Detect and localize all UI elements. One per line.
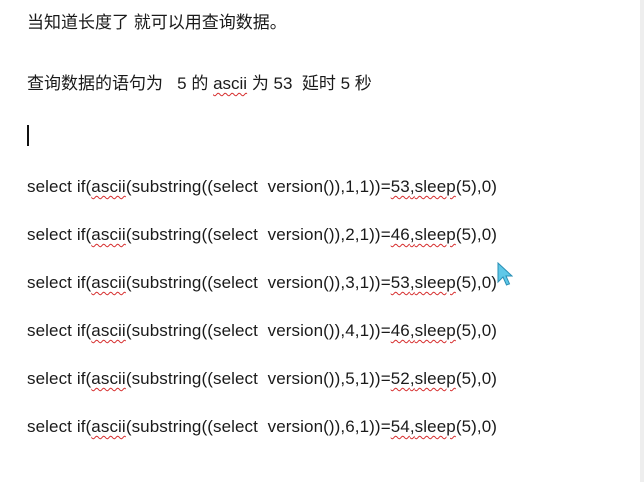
query-middle: (substring((select version()),2,1))=	[125, 225, 391, 244]
query-suffix: (5),0)	[455, 225, 498, 244]
mouse-pointer-icon	[497, 262, 513, 286]
query-prefix: select if(	[27, 225, 92, 244]
query-sleep: sleep	[414, 177, 456, 196]
query-prefix: select if(	[27, 273, 92, 292]
query-suffix: (5),0)	[455, 369, 498, 388]
query-line-5: select if(ascii(substring((select versio…	[27, 369, 498, 388]
query-line-2: select if(ascii(substring((select versio…	[27, 225, 498, 244]
intro-line-1-text: 当知道长度了 就可以用查询数据。	[27, 13, 287, 32]
query-ascii: ascii	[91, 225, 126, 244]
query-value: 52	[390, 369, 410, 388]
query-line-6: select if(ascii(substring((select versio…	[27, 417, 498, 436]
query-line-3: select if(ascii(substring((select versio…	[27, 273, 498, 292]
intro-line-2: 查询数据的语句为 5 的 ascii 为 53 延时 5 秒	[27, 73, 372, 95]
query-ascii: ascii	[91, 417, 126, 436]
query-value: 53	[390, 273, 410, 292]
query-line-1: select if(ascii(substring((select versio…	[27, 177, 498, 196]
query-middle: (substring((select version()),5,1))=	[125, 369, 391, 388]
query-ascii: ascii	[91, 177, 126, 196]
query-sleep: sleep	[414, 417, 456, 436]
query-value: 46	[390, 225, 410, 244]
query-ascii: ascii	[91, 273, 126, 292]
query-middle: (substring((select version()),3,1))=	[125, 273, 391, 292]
query-middle: (substring((select version()),6,1))=	[125, 417, 391, 436]
query-suffix: (5),0)	[455, 417, 498, 436]
query-value: 53	[390, 177, 410, 196]
query-suffix: (5),0)	[455, 273, 498, 292]
query-prefix: select if(	[27, 321, 92, 340]
text-caret	[27, 125, 29, 146]
intro-line-2-suffix: 为 53 延时 5 秒	[247, 74, 372, 93]
intro-line-2-ascii: ascii	[213, 74, 248, 93]
query-sleep: sleep	[414, 321, 456, 340]
query-value: 46	[390, 321, 410, 340]
intro-line-2-prefix: 查询数据的语句为 5 的	[27, 74, 214, 93]
query-middle: (substring((select version()),4,1))=	[125, 321, 391, 340]
query-middle: (substring((select version()),1,1))=	[125, 177, 391, 196]
query-prefix: select if(	[27, 177, 92, 196]
query-line-4: select if(ascii(substring((select versio…	[27, 321, 498, 340]
page-edge	[640, 0, 644, 482]
query-ascii: ascii	[91, 369, 126, 388]
query-sleep: sleep	[414, 273, 456, 292]
query-value: 54	[390, 417, 410, 436]
query-ascii: ascii	[91, 321, 126, 340]
query-sleep: sleep	[414, 225, 456, 244]
document-page[interactable]: 当知道长度了 就可以用查询数据。 查询数据的语句为 5 的 ascii 为 53…	[0, 0, 644, 482]
query-suffix: (5),0)	[455, 321, 498, 340]
query-prefix: select if(	[27, 369, 92, 388]
intro-line-1: 当知道长度了 就可以用查询数据。	[27, 12, 287, 34]
query-prefix: select if(	[27, 417, 92, 436]
query-suffix: (5),0)	[455, 177, 498, 196]
query-sleep: sleep	[414, 369, 456, 388]
